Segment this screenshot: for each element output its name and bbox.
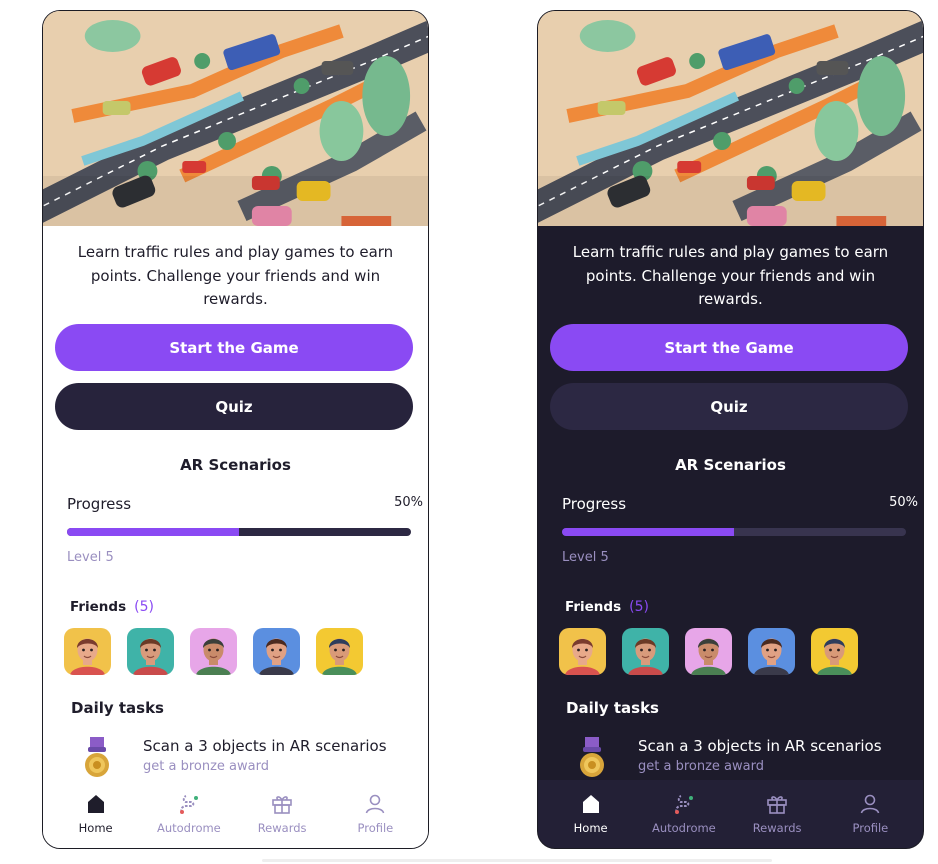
progress-percent: 50% bbox=[394, 495, 423, 510]
intro-text: Learn traffic rules and play games to ea… bbox=[77, 243, 394, 308]
friend-avatar-image bbox=[559, 628, 606, 675]
hero-illustration bbox=[43, 11, 428, 226]
friend-avatar[interactable] bbox=[559, 628, 606, 675]
friend-avatar[interactable] bbox=[127, 628, 174, 675]
tab-home[interactable]: Home bbox=[56, 792, 136, 848]
hero-illustration bbox=[538, 11, 923, 226]
friends-avatars bbox=[559, 628, 858, 675]
tab-rewards-label: Rewards bbox=[257, 821, 307, 835]
friend-avatar[interactable] bbox=[748, 628, 795, 675]
daily-tasks-title: Daily tasks bbox=[566, 699, 659, 717]
gift-icon bbox=[767, 796, 787, 814]
tab-autodrome[interactable]: Autodrome bbox=[149, 792, 229, 848]
ar-scenarios-title: AR Scenarios bbox=[180, 456, 291, 474]
tab-profile-label: Profile bbox=[852, 821, 889, 835]
track-icon bbox=[674, 795, 693, 814]
home-icon bbox=[87, 795, 104, 813]
tab-autodrome-label: Autodrome bbox=[156, 821, 221, 835]
friend-avatar-image bbox=[316, 628, 363, 675]
progress-fill bbox=[562, 528, 734, 536]
bottom-divider bbox=[262, 859, 772, 862]
tab-autodrome[interactable]: Autodrome bbox=[644, 792, 724, 848]
friends-heading: Friends (5) bbox=[565, 599, 649, 615]
daily-task-item[interactable]: Scan a 3 objects in AR scenarios get a b… bbox=[81, 737, 387, 779]
start-game-button[interactable]: Start the Game bbox=[550, 324, 908, 371]
friend-avatar[interactable] bbox=[811, 628, 858, 675]
task-title: Scan a 3 objects in AR scenarios bbox=[143, 737, 387, 755]
home-icon bbox=[582, 795, 599, 813]
start-game-button[interactable]: Start the Game bbox=[55, 324, 413, 371]
intro-text: Learn traffic rules and play games to ea… bbox=[572, 243, 889, 308]
track-icon bbox=[179, 795, 198, 814]
task-title: Scan a 3 objects in AR scenarios bbox=[638, 737, 882, 755]
progress-fill bbox=[67, 528, 239, 536]
friend-avatar-image bbox=[748, 628, 795, 675]
daily-tasks-title: Daily tasks bbox=[71, 699, 164, 717]
phone-dark: Learn traffic rules and play games to ea… bbox=[537, 10, 924, 849]
friends-avatars bbox=[64, 628, 363, 675]
friend-avatar[interactable] bbox=[190, 628, 237, 675]
tab-home-label: Home bbox=[78, 821, 113, 835]
phone-light: Learn traffic rules and play games to ea… bbox=[42, 10, 429, 849]
friend-avatar-image bbox=[622, 628, 669, 675]
progress-percent: 50% bbox=[889, 495, 918, 510]
friend-avatar-image bbox=[811, 628, 858, 675]
medal-icon bbox=[85, 737, 109, 777]
friends-count: (5) bbox=[629, 599, 649, 615]
user-icon bbox=[366, 794, 385, 814]
friends-count: (5) bbox=[134, 599, 154, 615]
friends-heading: Friends (5) bbox=[70, 599, 154, 615]
friend-avatar[interactable] bbox=[316, 628, 363, 675]
tab-home-label: Home bbox=[573, 821, 608, 835]
friend-avatar[interactable] bbox=[64, 628, 111, 675]
quiz-button[interactable]: Quiz bbox=[550, 383, 908, 430]
tab-rewards[interactable]: Rewards bbox=[242, 792, 322, 848]
level-label: Level 5 bbox=[67, 550, 114, 565]
progress-label: Progress bbox=[67, 495, 132, 513]
tab-home[interactable]: Home bbox=[551, 792, 631, 848]
tab-bar: Home Autodrome Rewards Profile bbox=[43, 780, 428, 848]
friend-avatar-image bbox=[253, 628, 300, 675]
friend-avatar-image bbox=[127, 628, 174, 675]
friend-avatar[interactable] bbox=[253, 628, 300, 675]
friend-avatar-image bbox=[685, 628, 732, 675]
daily-task-item[interactable]: Scan a 3 objects in AR scenarios get a b… bbox=[576, 737, 882, 779]
tab-profile-label: Profile bbox=[357, 821, 394, 835]
progress-bar bbox=[67, 528, 411, 536]
progress-label: Progress bbox=[562, 495, 627, 513]
friend-avatar-image bbox=[64, 628, 111, 675]
tab-profile[interactable]: Profile bbox=[830, 792, 910, 848]
friends-label: Friends bbox=[70, 599, 127, 615]
gift-icon bbox=[272, 796, 292, 814]
quiz-button[interactable]: Quiz bbox=[55, 383, 413, 430]
friends-label: Friends bbox=[565, 599, 622, 615]
friend-avatar-image bbox=[190, 628, 237, 675]
tab-autodrome-label: Autodrome bbox=[651, 821, 716, 835]
tab-rewards-label: Rewards bbox=[752, 821, 802, 835]
ar-scenarios-title: AR Scenarios bbox=[675, 456, 786, 474]
friend-avatar[interactable] bbox=[622, 628, 669, 675]
tab-rewards[interactable]: Rewards bbox=[737, 792, 817, 848]
medal-icon bbox=[580, 737, 604, 777]
tab-bar: Home Autodrome Rewards Profile bbox=[538, 780, 923, 848]
friend-avatar[interactable] bbox=[685, 628, 732, 675]
progress-bar bbox=[562, 528, 906, 536]
user-icon bbox=[861, 794, 880, 814]
task-subtitle: get a bronze award bbox=[638, 759, 764, 774]
task-subtitle: get a bronze award bbox=[143, 759, 269, 774]
level-label: Level 5 bbox=[562, 550, 609, 565]
tab-profile[interactable]: Profile bbox=[335, 792, 415, 848]
